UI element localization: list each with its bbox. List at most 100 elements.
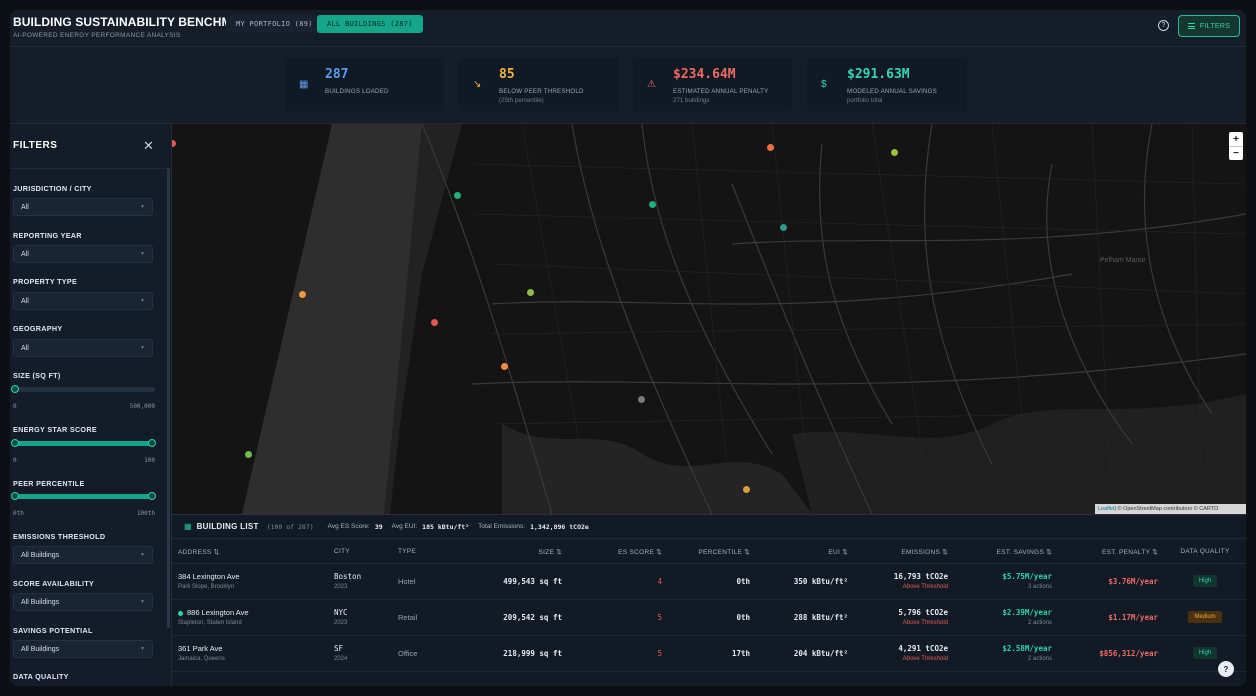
property-type-select[interactable]: All ▼	[13, 292, 153, 310]
map-marker[interactable]	[767, 144, 774, 151]
total-emissions-label: Total Emissions:	[478, 523, 526, 530]
stat-card-penalty: ⚠ $234.64M ESTIMATED ANNUAL PENALTY 271 …	[633, 58, 792, 111]
geography-select[interactable]: All ▼	[13, 339, 153, 357]
filter-label-size: SIZE (SQ FT)	[13, 371, 61, 380]
stat-card-buildings: ▦ 287 BUILDINGS LOADED	[285, 58, 444, 111]
map-attribution: Leaflet | © OpenStreetMap contributors ©…	[1095, 504, 1246, 514]
stat-label: ESTIMATED ANNUAL PENALTY	[673, 88, 769, 95]
tab-my-portfolio[interactable]: MY PORTFOLIO (89)	[226, 15, 323, 33]
map-marker[interactable]	[638, 396, 645, 403]
col-size[interactable]: SIZE ⇅	[464, 541, 568, 564]
zoom-out-button[interactable]: −	[1229, 146, 1243, 160]
row-address: 361 Park Ave	[178, 644, 223, 653]
filter-label-data-quality: DATA QUALITY	[13, 672, 69, 681]
map-tiles	[172, 124, 1246, 514]
row-penalty: $856,312/year	[1058, 635, 1164, 672]
col-emissions[interactable]: EMISSIONS ⇅	[854, 541, 954, 564]
col-type: TYPE	[392, 541, 464, 564]
map-marker[interactable]	[299, 291, 306, 298]
slider-handle-min[interactable]	[11, 439, 19, 447]
stat-label: BELOW PEER THRESHOLD	[499, 88, 584, 95]
tab-all-buildings[interactable]: ALL BUILDINGS (287)	[317, 15, 423, 33]
col-address[interactable]: ADDRESS ⇅	[172, 541, 328, 564]
row-city: SF	[334, 644, 344, 653]
row-penalty: $1.17M/year	[1058, 599, 1164, 636]
map-view[interactable]: Pelham Manor + − Leaflet | © OpenStreetM…	[172, 124, 1246, 514]
map-marker[interactable]	[649, 201, 656, 208]
stat-sub: portfolio total	[847, 97, 883, 104]
row-emissions-flag: Above Threshold	[902, 656, 948, 662]
map-marker[interactable]	[780, 224, 787, 231]
col-est-savings[interactable]: EST. SAVINGS ⇅	[954, 541, 1058, 564]
table-row[interactable]: 886 Lexington Ave Stapleton, Staten Islan…	[172, 599, 1246, 636]
filter-label-jurisdiction: JURISDICTION / CITY	[13, 184, 92, 193]
total-emissions-value: 1,342,896 tCO2e	[530, 522, 589, 531]
range-max: 100th	[136, 510, 155, 517]
chevron-down-icon: ▼	[140, 552, 145, 558]
energy-star-slider[interactable]	[11, 439, 156, 447]
row-emissions: 16,793 tCO2e	[893, 572, 948, 581]
trend-down-icon: ↘	[473, 79, 482, 90]
close-icon[interactable]: ✕	[143, 138, 154, 154]
range-max: 500,000	[129, 403, 155, 410]
row-address: 886 Lexington Ave	[187, 608, 249, 617]
table-row[interactable]: 384 Lexington Ave Park Slope, Brooklyn Bo…	[172, 563, 1246, 600]
col-city: CITY	[328, 541, 392, 564]
jurisdiction-select[interactable]: All ▼	[13, 198, 153, 216]
range-min: 0th	[13, 510, 24, 517]
slider-handle-max[interactable]	[148, 439, 156, 447]
stat-label: BUILDINGS LOADED	[325, 88, 389, 95]
col-es-score[interactable]: ES SCORE ⇅	[568, 541, 668, 564]
app-window: BUILDING SUSTAINABILITY BENCHMARK AI-POW…	[10, 10, 1246, 686]
row-year: 2024	[334, 656, 348, 662]
map-marker[interactable]	[501, 363, 508, 370]
leaflet-link[interactable]: Leaflet	[1098, 506, 1115, 512]
col-eui[interactable]: EUI ⇅	[756, 541, 854, 564]
slider-handle-max[interactable]	[148, 492, 156, 500]
building-icon: ▦	[184, 522, 192, 531]
select-value: All	[21, 250, 29, 258]
sidebar-scrollbar[interactable]	[167, 168, 170, 628]
row-type: Office	[392, 635, 464, 672]
map-marker[interactable]	[454, 192, 461, 199]
emissions-threshold-select[interactable]: All Buildings ▼	[13, 546, 153, 564]
map-marker[interactable]	[891, 149, 898, 156]
building-list-count: (100 of 287)	[266, 522, 314, 531]
map-marker[interactable]	[245, 451, 252, 458]
stat-value: 287	[325, 67, 349, 82]
portfolio-dot-icon	[178, 610, 183, 616]
zoom-in-button[interactable]: +	[1229, 132, 1243, 146]
building-list-panel: ▦ BUILDING LIST (100 of 287) Avg ES Scor…	[172, 514, 1246, 686]
score-availability-select[interactable]: All Buildings ▼	[13, 593, 153, 611]
filters-sidebar: FILTERS ✕ JURISDICTION / CITY All ▼ REPOR…	[10, 124, 172, 686]
filter-lines-icon	[1187, 23, 1195, 29]
table-row[interactable]: 361 Park Ave Jamaica, Queens SF 2024 Offic…	[172, 635, 1246, 672]
help-fab-icon[interactable]: ?	[1218, 661, 1234, 677]
col-percentile[interactable]: PERCENTILE ⇅	[668, 541, 756, 564]
filters-button[interactable]: FILTERS	[1178, 15, 1240, 37]
peer-percentile-range: 0th 100th	[13, 510, 155, 517]
map-marker[interactable]	[743, 486, 750, 493]
row-area: Jamaica, Queens	[178, 656, 225, 662]
row-es-score: 5	[568, 635, 668, 672]
slider-fill	[13, 441, 155, 446]
row-emissions-flag: Above Threshold	[902, 584, 948, 590]
size-slider[interactable]	[11, 385, 155, 393]
slider-handle-min[interactable]	[11, 492, 19, 500]
reporting-year-select[interactable]: All ▼	[13, 245, 153, 263]
row-year: 2023	[334, 620, 348, 626]
peer-percentile-slider[interactable]	[11, 492, 156, 500]
chevron-down-icon: ▼	[140, 646, 145, 652]
select-value: All Buildings	[21, 645, 60, 653]
row-year: 2023	[334, 584, 348, 590]
map-marker[interactable]	[431, 319, 438, 326]
savings-potential-select[interactable]: All Buildings ▼	[13, 640, 153, 658]
col-est-penalty[interactable]: EST. PENALTY ⇅	[1058, 541, 1164, 564]
map-marker[interactable]	[527, 289, 534, 296]
row-actions: 3 actions	[1027, 584, 1052, 590]
slider-handle-min[interactable]	[11, 385, 19, 393]
help-icon[interactable]: ?	[1158, 20, 1169, 31]
row-area: Stapleton, Staten Island	[178, 620, 242, 626]
sidebar-title: FILTERS	[13, 140, 58, 151]
zoom-control: + −	[1229, 132, 1243, 160]
